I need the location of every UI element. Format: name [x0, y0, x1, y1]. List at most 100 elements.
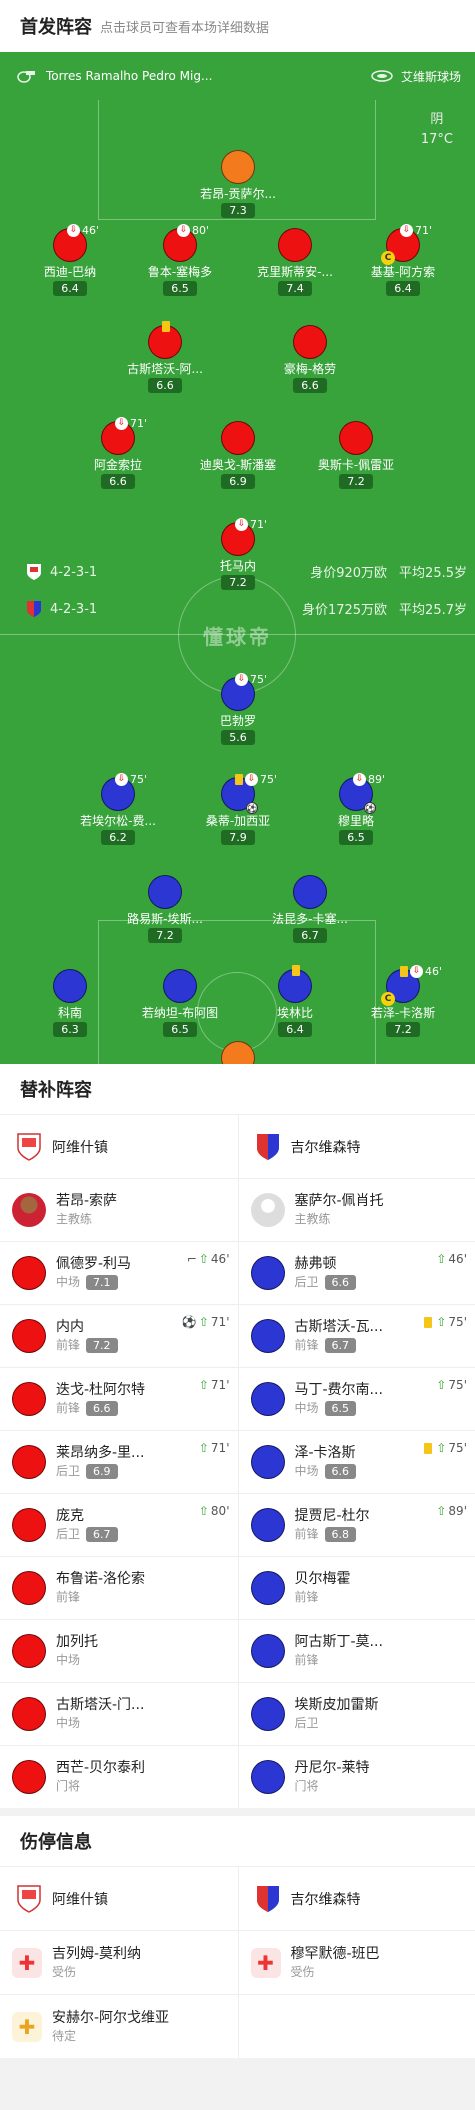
- subs-row: 庞克后卫6.7⇧80'提贾尼-杜尔前锋6.8⇧89': [0, 1493, 475, 1556]
- player-name: 鲁本-塞梅多: [125, 264, 235, 280]
- sub-player-name: 古斯塔沃-瓦...: [295, 1318, 383, 1336]
- stadium-icon: [371, 69, 393, 83]
- sub-player-rating: 6.6: [325, 1275, 357, 1290]
- sub-player-position: 门将: [56, 1777, 80, 1795]
- player-rating-value: 6.5: [171, 282, 189, 295]
- sub-player-name: 布鲁诺-洛伦索: [56, 1570, 145, 1588]
- player-event-icons: ⇩75': [235, 773, 277, 786]
- referee-name: Torres Ramalho Pedro Mig...: [46, 69, 212, 83]
- home-injury-1[interactable]: ✚吉列姆-莫利纳受伤: [0, 1931, 238, 1994]
- player-name: 基基-阿方索: [348, 264, 458, 280]
- home-coach-avatar: [12, 1193, 46, 1227]
- away-sub-3[interactable]: 马丁-费尔南...中场6.5⇧75': [238, 1368, 475, 1430]
- home-player-11[interactable]: ⇩71'托马内7.2: [183, 522, 293, 590]
- away-sub-2[interactable]: 古斯塔沃-瓦...前锋6.7⇧75': [238, 1305, 475, 1367]
- home-player-10[interactable]: 奥斯卡-佩雷亚7.2: [301, 421, 411, 489]
- home-player-2[interactable]: ⇩46'西迪-巴纳6.4: [15, 228, 125, 296]
- away-injury-1[interactable]: ✚穆罕默德-班巴受伤: [238, 1931, 475, 1994]
- sub-off-icon: ⇩: [115, 773, 128, 786]
- injury-away-team[interactable]: 吉尔维森特: [238, 1867, 475, 1930]
- home-player-jersey: [221, 150, 255, 184]
- player-name: 科南: [15, 1005, 125, 1021]
- player-name: 西迪-巴纳: [15, 264, 125, 280]
- away-player-5[interactable]: 路易斯-埃斯...7.2: [110, 875, 220, 943]
- away-sub-1[interactable]: 赫弗顿后卫6.6⇧46': [238, 1242, 475, 1304]
- player-event-icons: ⇩80': [177, 224, 209, 237]
- subs-away-team[interactable]: 吉尔维森特: [238, 1115, 475, 1178]
- sub-player-name: 贝尔梅霍: [295, 1570, 351, 1588]
- injury-home-team[interactable]: 阿维什镇: [0, 1867, 238, 1930]
- home-crest-icon: [26, 563, 42, 581]
- away-player-7[interactable]: 科南 6.3: [15, 969, 125, 1037]
- sub-on-minute: 89': [448, 1504, 467, 1518]
- home-formation: 4-2-3-1: [50, 565, 97, 580]
- sub-player-name: 马丁-费尔南...: [295, 1381, 383, 1399]
- away-player-2[interactable]: ⇩75'若埃尔松-费...6.2: [63, 777, 173, 845]
- sub-player-jersey: [251, 1445, 285, 1479]
- sub-player-name: 内内: [56, 1318, 118, 1336]
- home-sub-3[interactable]: 迭戈-杜阿尔特前锋6.6⇧71': [0, 1368, 238, 1430]
- away-coach[interactable]: 塞萨尔-佩肖托主教练: [238, 1179, 475, 1241]
- home-player-7[interactable]: 豪梅-格劳6.6: [255, 325, 365, 393]
- sub-player-jersey: [251, 1634, 285, 1668]
- away-player-10[interactable]: C⇩46'若泽-卡洛斯7.2: [348, 969, 458, 1037]
- away-sub-6[interactable]: 贝尔梅霍前锋: [238, 1557, 475, 1619]
- player-rating-value: 7.9: [229, 831, 247, 844]
- home-sub-1[interactable]: 佩德罗-利马中场7.1⌐⇧46': [0, 1242, 238, 1304]
- home-player-4[interactable]: 克里斯蒂安-...7.4: [240, 228, 350, 296]
- away-value: 身价1725万欧: [302, 599, 387, 619]
- away-sub-8[interactable]: 埃斯皮加雷斯后卫: [238, 1683, 475, 1745]
- away-player-4[interactable]: ⚽⇩89'穆里略6.5: [301, 777, 411, 845]
- away-formation: 4-2-3-1: [50, 602, 97, 617]
- sub-on-icon: ⇧: [199, 1441, 209, 1455]
- home-injury-2[interactable]: ✚安赫尔-阿尔戈维亚待定: [0, 1995, 238, 2058]
- player-rating: 6.5: [163, 281, 197, 296]
- injury-medkit-icon: ✚: [251, 1948, 281, 1978]
- sub-off-minute: 71': [250, 518, 267, 531]
- away-player-8[interactable]: 若纳坦-布阿图6.5: [125, 969, 235, 1037]
- lineup-header: 首发阵容 点击球员可查看本场详细数据: [0, 0, 475, 52]
- home-sub-7[interactable]: 加列托中场: [0, 1620, 238, 1682]
- away-player-6[interactable]: 法昆多-卡塞...6.7: [255, 875, 365, 943]
- player-rating-value: 6.3: [61, 1023, 79, 1036]
- player-name: 若泽-卡洛斯: [348, 1005, 458, 1021]
- yellow-card-icon: [235, 774, 243, 785]
- home-sub-2[interactable]: 内内前锋7.2⚽⇧71': [0, 1305, 238, 1367]
- away-sub-5[interactable]: 提贾尼-杜尔前锋6.8⇧89': [238, 1494, 475, 1556]
- sub-event: ⇧75': [424, 1441, 467, 1455]
- away-player-9[interactable]: 埃林比6.4: [240, 969, 350, 1037]
- injury-title: 伤停信息: [20, 1828, 92, 1854]
- away-player-1[interactable]: ⇩75'巴勃罗5.6: [183, 677, 293, 745]
- home-player-1[interactable]: 若昂-贡萨尔...7.3: [183, 150, 293, 218]
- home-player-9[interactable]: 迪奥戈-斯潘塞6.9: [183, 421, 293, 489]
- player-name: 法昆多-卡塞...: [255, 911, 365, 927]
- home-player-6[interactable]: 古斯塔沃-阿...6.6: [110, 325, 220, 393]
- sub-player-position: 中场: [56, 1714, 80, 1732]
- home-sub-4[interactable]: 莱昂纳多-里...后卫6.9⇧71': [0, 1431, 238, 1493]
- home-sub-8[interactable]: 古斯塔沃-门...中场: [0, 1683, 238, 1745]
- home-sub-9[interactable]: 西芒-贝尔泰利门将: [0, 1746, 238, 1808]
- away-player-11[interactable]: 安德鲁⭐8.4: [183, 1041, 293, 1064]
- subs-header: 替补阵容: [0, 1064, 475, 1114]
- sub-event: ⇧75': [436, 1378, 467, 1392]
- away-sub-9[interactable]: 丹尼尔-莱特门将: [238, 1746, 475, 1808]
- player-rating-value: 7.2: [394, 1023, 412, 1036]
- sub-player-rating: 6.7: [325, 1338, 357, 1353]
- away-sub-7[interactable]: 阿古斯丁-莫...前锋: [238, 1620, 475, 1682]
- sub-player-position: 中场: [295, 1399, 319, 1417]
- away-sub-4[interactable]: 泽-卡洛斯中场6.6⇧75': [238, 1431, 475, 1493]
- home-player-8[interactable]: ⇩71'阿金索拉6.6: [63, 421, 173, 489]
- injury-teams-row: 阿维什镇 吉尔维森特: [0, 1866, 475, 1930]
- subs-home-team[interactable]: 阿维什镇: [0, 1115, 238, 1178]
- player-name: 巴勃罗: [183, 713, 293, 729]
- sub-player-position: 前锋: [295, 1588, 319, 1606]
- away-coach-name: 塞萨尔-佩肖托: [295, 1192, 384, 1210]
- away-player-3[interactable]: ⚽⇩75'桑蒂-加西亚7.9: [183, 777, 293, 845]
- home-sub-6[interactable]: 布鲁诺-洛伦索前锋: [0, 1557, 238, 1619]
- player-rating-value: 6.6: [109, 475, 127, 488]
- home-coach[interactable]: 若昂-索萨主教练: [0, 1179, 238, 1241]
- subs-teams-row: 阿维什镇 吉尔维森特: [0, 1114, 475, 1178]
- home-sub-5[interactable]: 庞克后卫6.7⇧80': [0, 1494, 238, 1556]
- home-player-5[interactable]: C⇩71'基基-阿方索6.4: [348, 228, 458, 296]
- home-player-3[interactable]: ⇩80'鲁本-塞梅多6.5: [125, 228, 235, 296]
